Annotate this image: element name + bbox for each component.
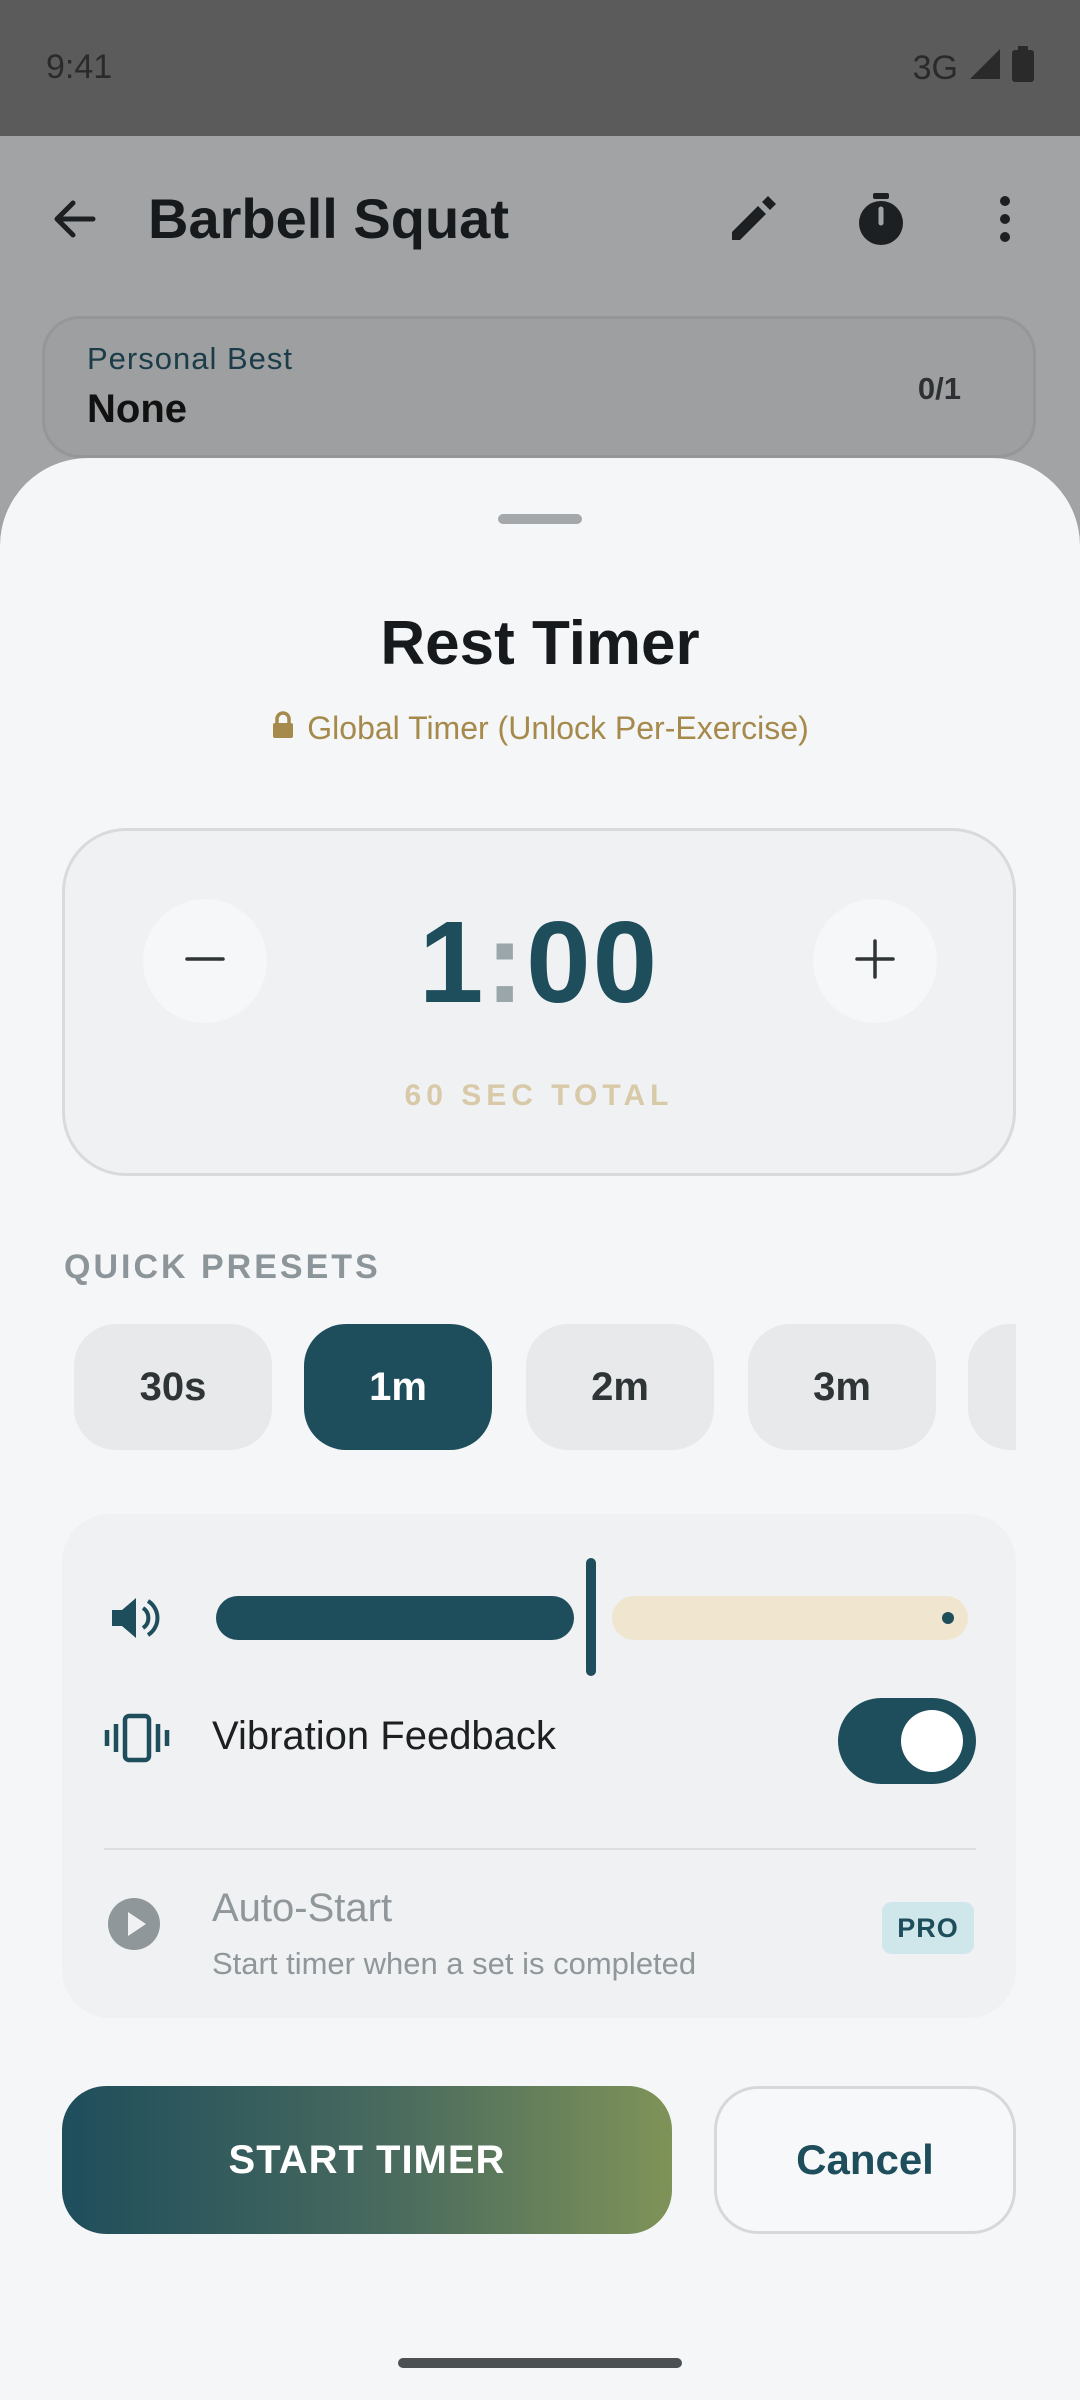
personal-best-count: 0/1: [917, 371, 961, 406]
personal-best-value: None: [87, 387, 187, 431]
personal-best-card[interactable]: Personal Best None 0/1: [42, 316, 1036, 458]
presets-row[interactable]: 30s 1m 2m 3m: [74, 1324, 1016, 1452]
timer-display-card: 1:00 60 SEC TOTAL: [62, 828, 1016, 1176]
status-time: 9:41: [46, 48, 113, 86]
preset-30s-chip[interactable]: 30s: [74, 1324, 272, 1450]
start-timer-button[interactable]: START TIMER: [62, 2086, 672, 2234]
status-icons: 3G: [913, 46, 1034, 91]
toggle-knob: [901, 1710, 963, 1772]
preset-3m-chip[interactable]: 3m: [748, 1324, 936, 1450]
gesture-nav-bar[interactable]: [398, 2358, 682, 2368]
timer-total-seconds: 60 SEC TOTAL: [404, 1079, 674, 1112]
volume-thumb[interactable]: [586, 1558, 596, 1676]
auto-start-title: Auto-Start: [212, 1886, 393, 1930]
status-bar: 9:41 3G: [0, 0, 1080, 136]
battery-icon: [1012, 46, 1034, 91]
global-timer-text: Global Timer (Unlock Per-Exercise): [307, 710, 809, 746]
rest-timer-sheet: Rest Timer Global Timer (Unlock Per-Exer…: [0, 458, 1080, 2400]
auto-start-description: Start timer when a set is completed: [212, 1946, 697, 1981]
sheet-title: Rest Timer: [380, 609, 700, 678]
edit-pencil-icon[interactable]: [718, 184, 788, 254]
vibration-icon: [104, 1710, 170, 1771]
vibration-toggle[interactable]: [838, 1698, 976, 1784]
timer-colon: :: [485, 897, 527, 1027]
stopwatch-icon[interactable]: [846, 184, 916, 254]
timer-settings-card: Vibration Feedback Auto-Start Start time…: [62, 1514, 1016, 2018]
quick-presets-label: QUICK PRESETS: [64, 1248, 381, 1286]
volume-track-filled: [216, 1596, 574, 1640]
network-label: 3G: [912, 49, 958, 87]
preset-more-chip[interactable]: [968, 1324, 1016, 1450]
pro-badge[interactable]: PRO: [882, 1902, 974, 1954]
exercise-title: Barbell Squat: [148, 187, 509, 250]
preset-1m-chip[interactable]: 1m: [304, 1324, 492, 1450]
timer-minutes: 1: [418, 897, 486, 1027]
increase-time-button[interactable]: [813, 899, 937, 1023]
lock-icon: [271, 710, 295, 747]
cancel-button[interactable]: Cancel: [714, 2086, 1016, 2234]
play-circle-icon: [106, 1896, 162, 1957]
settings-divider: [104, 1848, 976, 1850]
more-vert-icon[interactable]: [970, 184, 1040, 254]
volume-track-stop: [942, 1612, 954, 1624]
signal-icon: [968, 47, 1002, 90]
preset-2m-chip[interactable]: 2m: [526, 1324, 714, 1450]
volume-icon[interactable]: [106, 1590, 162, 1651]
plus-icon: [855, 938, 895, 984]
personal-best-label: Personal Best: [87, 341, 293, 376]
vibration-label: Vibration Feedback: [212, 1714, 556, 1758]
back-arrow-icon[interactable]: [40, 184, 110, 254]
drag-handle[interactable]: [498, 514, 582, 524]
timer-seconds: 00: [526, 897, 660, 1027]
volume-track-remaining: [612, 1596, 968, 1640]
global-timer-notice[interactable]: Global Timer (Unlock Per-Exercise): [0, 710, 1080, 747]
